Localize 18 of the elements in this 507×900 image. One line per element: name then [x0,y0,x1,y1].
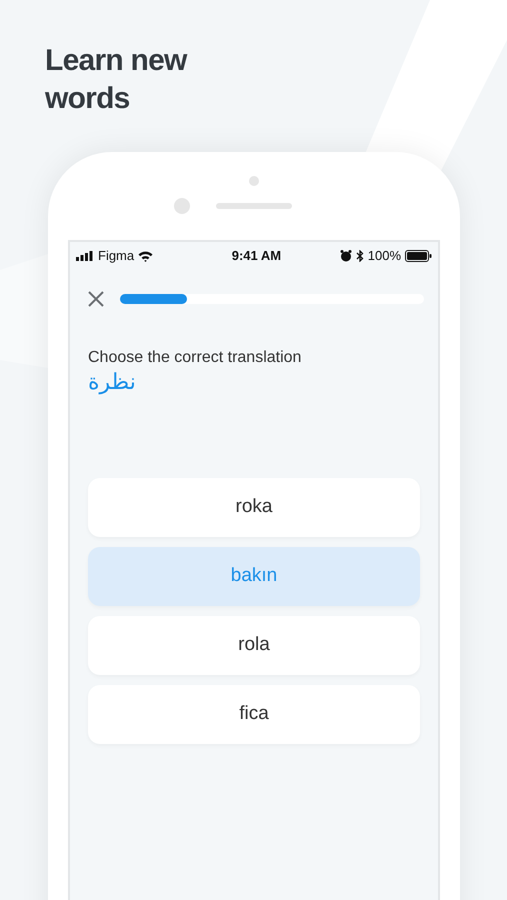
headline: Learn new words [45,43,188,117]
signal-icon [76,251,94,261]
front-camera-icon [174,198,190,214]
speaker-grille-icon [216,203,292,209]
answer-option[interactable]: rola [88,616,420,675]
battery-icon [405,250,432,262]
prompt-text: Choose the correct translation [88,348,302,368]
battery-percent: 100% [368,247,401,266]
status-time: 9:41 AM [232,247,282,266]
answer-option[interactable]: fica [88,685,420,744]
foreign-word: نظرة [88,369,136,397]
carrier-name: Figma [98,247,134,266]
wifi-icon [138,250,154,262]
answer-option[interactable]: roka [88,478,420,537]
close-button[interactable] [86,289,106,309]
bluetooth-icon [356,250,364,262]
close-icon [87,290,105,308]
alarm-clock-icon [340,250,352,262]
